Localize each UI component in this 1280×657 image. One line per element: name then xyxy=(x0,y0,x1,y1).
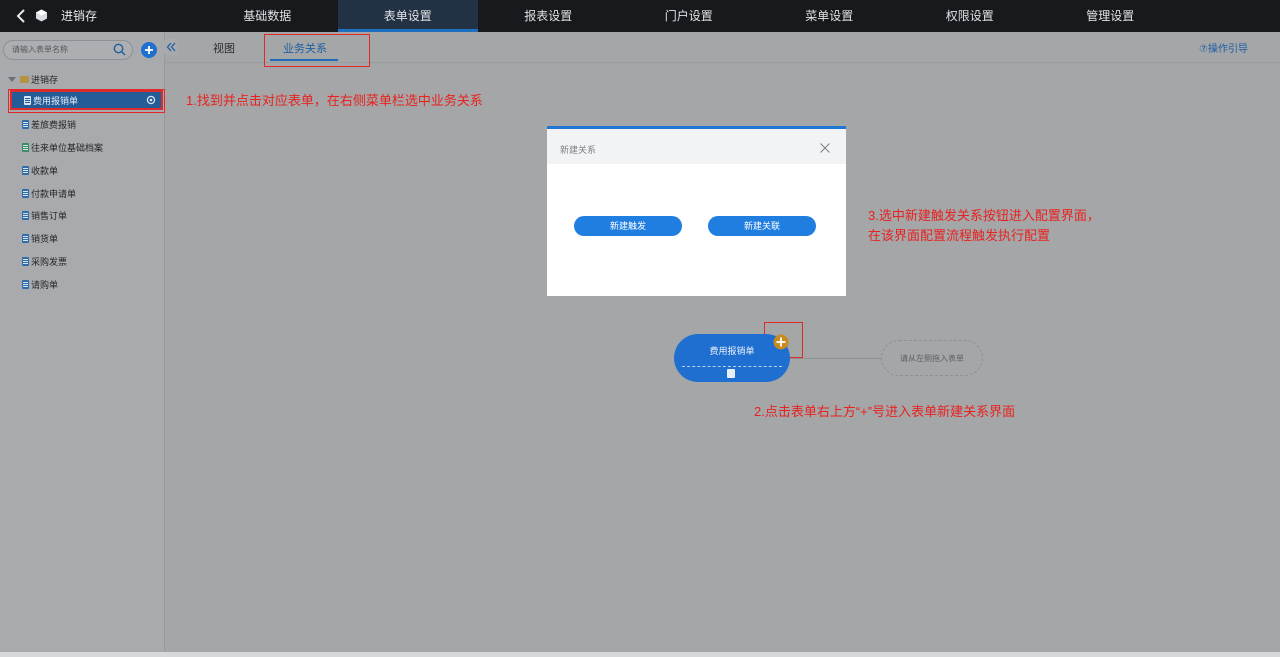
tree-item-partner-archive[interactable]: 往来单位基础档案 xyxy=(10,137,163,157)
new-relation-dialog: 新建关系 新建触发 新建关联 xyxy=(547,126,846,296)
form-doc-icon xyxy=(22,233,29,243)
tree-item-sales-order[interactable]: 销售订单 xyxy=(10,205,163,225)
tree-item-travel-expense[interactable]: 差旅费报销 xyxy=(10,114,163,134)
tree-item-label: 销货单 xyxy=(31,233,59,244)
tree-item-label: 采购发票 xyxy=(31,256,68,267)
tree-item-purchase-invoice[interactable]: 采购发票 xyxy=(10,251,163,271)
drop-target-label: 请从左侧拖入表单 xyxy=(900,354,964,363)
add-form-icon[interactable] xyxy=(141,42,157,58)
annotation-step3-line2: 在该界面配置流程触发执行配置 xyxy=(868,228,1051,243)
flow-drop-target[interactable]: 请从左侧拖入表单 xyxy=(881,340,983,376)
nav-permission-settings[interactable]: 权限设置 xyxy=(900,0,1041,32)
tree-item-receipt[interactable]: 收款单 xyxy=(10,160,163,180)
back-arrow-icon[interactable] xyxy=(14,8,28,24)
nav-report-settings[interactable]: 报表设置 xyxy=(478,0,619,32)
active-tab-underline xyxy=(270,59,338,61)
expand-triangle-icon[interactable] xyxy=(8,76,16,82)
tree-item-label: 销售订单 xyxy=(31,210,68,221)
tree-item-label: 付款申请单 xyxy=(31,188,77,199)
form-doc-icon xyxy=(22,142,29,152)
nav-basic-data[interactable]: 基础数据 xyxy=(197,0,338,32)
document-icon xyxy=(727,369,735,378)
annotation-step2: 2.点击表单右上方“+”号进入表单新建关系界面 xyxy=(754,404,1016,419)
form-doc-icon xyxy=(22,256,29,266)
sidebar: 进销存 费用报销单 差旅费报销 往来单位基础档案 收款单 付款申请单 销售订单 … xyxy=(0,32,165,657)
form-doc-icon xyxy=(22,119,29,129)
nav-form-settings[interactable]: 表单设置 xyxy=(337,0,478,32)
nav-portal-settings[interactable]: 门户设置 xyxy=(619,0,760,32)
tree-item-purchase-request[interactable]: 请购单 xyxy=(10,274,163,294)
tree-item-label: 往来单位基础档案 xyxy=(31,142,104,153)
tree-item-label: 请购单 xyxy=(31,279,59,290)
node-divider xyxy=(682,366,782,367)
tree-item-label: 费用报销单 xyxy=(33,95,79,106)
tree-item-payment-request[interactable]: 付款申请单 xyxy=(10,183,163,203)
close-icon[interactable] xyxy=(820,143,830,153)
annotation-step1: 1.找到并点击对应表单，在右侧菜单栏选中业务关系 xyxy=(186,93,483,108)
dialog-title: 新建关系 xyxy=(560,145,597,155)
new-trigger-button[interactable]: 新建触发 xyxy=(574,216,682,236)
tree-item-label: 收款单 xyxy=(31,165,59,176)
tree-item-sales-bill[interactable]: 销货单 xyxy=(10,228,163,248)
tab-business-relation[interactable]: 业务关系 xyxy=(283,40,327,56)
tree-item-label: 差旅费报销 xyxy=(31,119,77,130)
cube-app-icon xyxy=(36,9,47,22)
search-icon[interactable] xyxy=(113,43,126,56)
search-input[interactable] xyxy=(12,42,107,57)
flow-connector-line xyxy=(790,358,882,359)
operation-guide-link[interactable]: ⑦操作引导 xyxy=(1199,40,1248,55)
folder-icon xyxy=(20,75,29,83)
app-title: 进销存 xyxy=(61,9,98,23)
nav-menu-settings[interactable]: 菜单设置 xyxy=(759,0,900,32)
add-relation-plus-icon[interactable] xyxy=(773,334,789,350)
top-bar: 进销存 基础数据 表单设置 报表设置 门户设置 菜单设置 权限设置 管理设置 xyxy=(0,0,1280,32)
annotation-step3-line1: 3.选中新建触发关系按钮进入配置界面， xyxy=(868,208,1100,223)
tree-root-folder[interactable]: 进销存 xyxy=(8,72,58,86)
bottom-strip xyxy=(0,652,1280,657)
top-nav: 基础数据 表单设置 报表设置 门户设置 菜单设置 权限设置 管理设置 xyxy=(197,0,1181,32)
gear-icon[interactable] xyxy=(146,95,156,105)
form-doc-icon xyxy=(22,279,29,289)
search-box xyxy=(3,40,133,60)
tab-view[interactable]: 视图 xyxy=(213,40,235,56)
collapse-sidebar-icon[interactable] xyxy=(164,39,178,55)
form-doc-icon xyxy=(22,188,29,198)
tree-item-expense-claim[interactable]: 费用报销单 xyxy=(10,90,163,110)
form-doc-icon xyxy=(24,95,31,105)
tree-root-label: 进销存 xyxy=(31,74,59,85)
form-doc-icon xyxy=(22,210,29,220)
new-link-button[interactable]: 新建关联 xyxy=(708,216,816,236)
dialog-header: 新建关系 xyxy=(547,129,846,164)
nav-management-settings[interactable]: 管理设置 xyxy=(1040,0,1181,32)
form-doc-icon xyxy=(22,165,29,175)
